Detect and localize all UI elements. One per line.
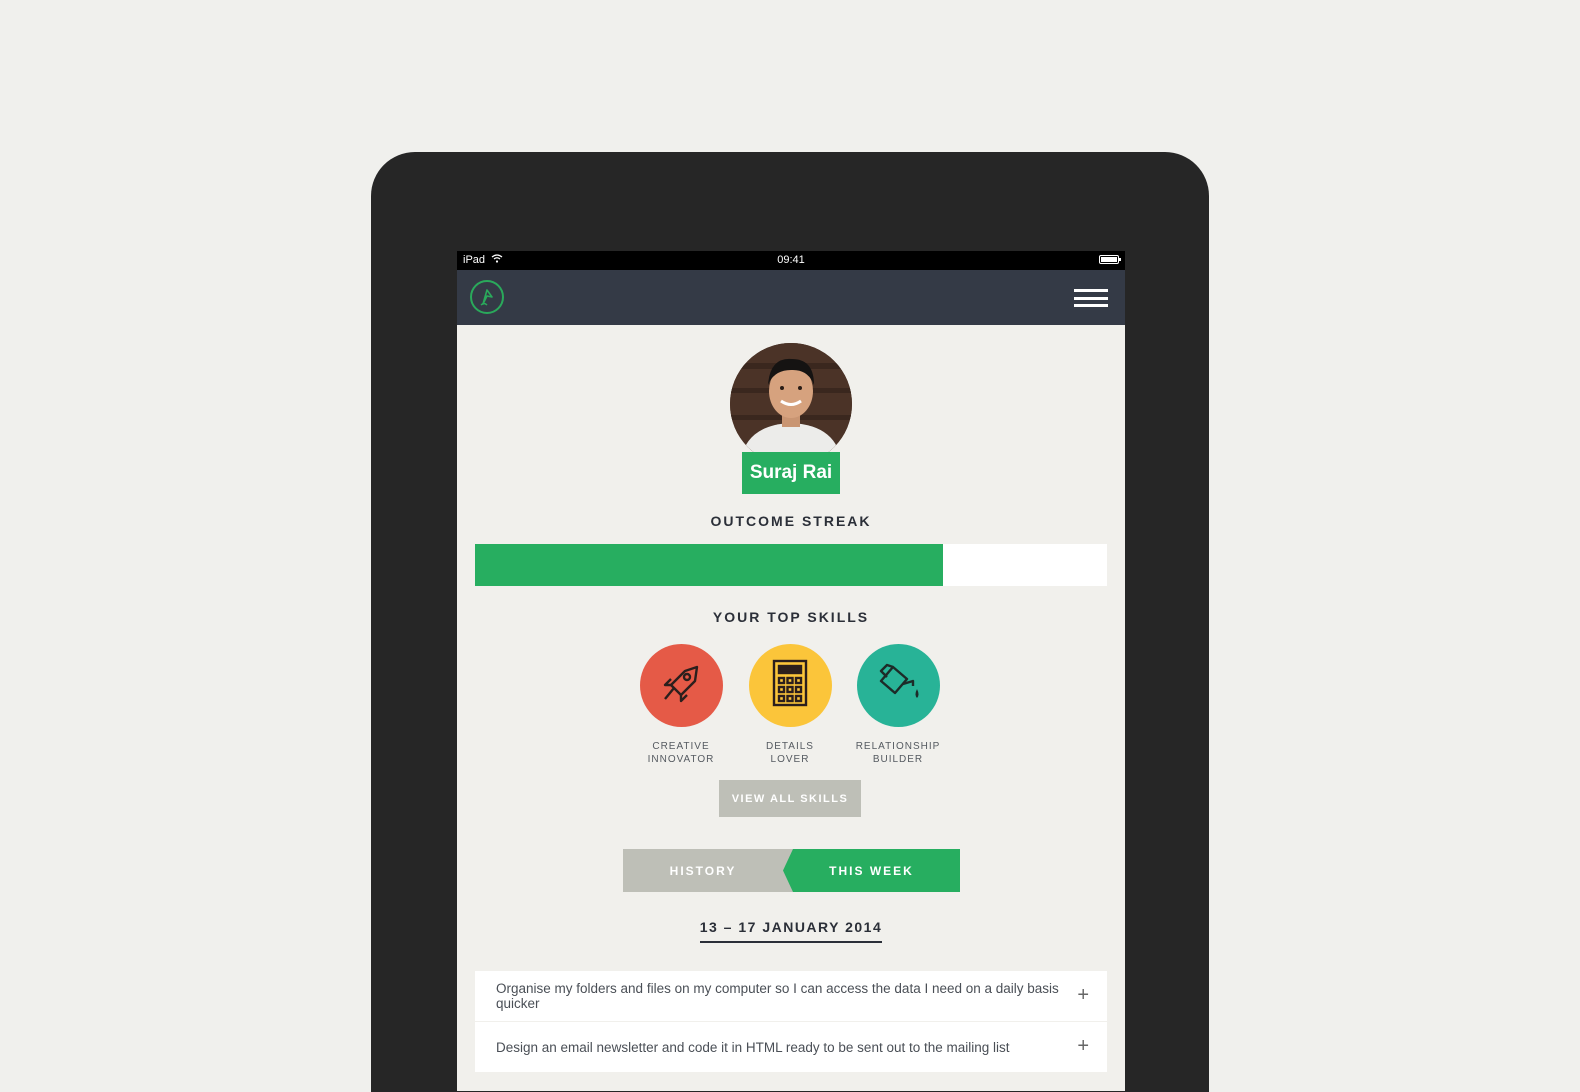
skill-relationship-builder[interactable]: RELATIONSHIP BUILDER	[848, 644, 948, 766]
profile-avatar	[730, 343, 852, 465]
task-text: Organise my folders and files on my comp…	[496, 981, 1059, 1011]
app-logo-icon[interactable]	[470, 280, 504, 314]
view-all-skills-button[interactable]: VIEW ALL SKILLS	[719, 780, 861, 817]
tab-history[interactable]: HISTORY	[623, 849, 803, 892]
calculator-icon	[770, 658, 810, 713]
skill-label: CREATIVE INNOVATOR	[647, 741, 715, 765]
expand-plus-icon[interactable]: +	[1077, 985, 1089, 1005]
outcome-streak-title: OUTCOME STREAK	[710, 513, 872, 529]
rocket-icon	[657, 659, 705, 712]
skill-badge	[639, 644, 723, 727]
tab-this-week[interactable]: THIS WEEK	[783, 849, 960, 892]
task-item[interactable]: Design an email newsletter and code it i…	[475, 1022, 1107, 1072]
skill-badge	[748, 644, 832, 727]
skill-details-lover[interactable]: DETAILS LOVER	[740, 644, 840, 766]
status-time: 09:41	[777, 254, 805, 266]
week-range: 13 – 17 JANUARY 2014	[457, 919, 1125, 943]
skill-label: RELATIONSHIP BUILDER	[855, 741, 941, 765]
ipad-frame: iPad 09:41 Suraj Rai OUTCOME STREAK YOUR…	[371, 152, 1209, 1092]
outcome-streak-bar	[475, 544, 1107, 586]
outcome-streak-fill	[475, 544, 943, 586]
top-navbar	[457, 270, 1125, 325]
watering-can-icon	[873, 659, 923, 712]
hamburger-menu-icon[interactable]	[1074, 289, 1108, 307]
week-range-label: 13 – 17 JANUARY 2014	[699, 919, 883, 943]
skill-badge	[856, 644, 940, 727]
skill-label: DETAILS LOVER	[766, 741, 814, 765]
app-screen: iPad 09:41 Suraj Rai OUTCOME STREAK YOUR…	[457, 251, 1125, 1091]
history-week-tabs: HISTORY THIS WEEK	[623, 849, 960, 892]
battery-icon	[1099, 255, 1121, 264]
task-item[interactable]: Organise my folders and files on my comp…	[475, 971, 1107, 1021]
expand-plus-icon[interactable]: +	[1077, 1036, 1089, 1056]
task-text: Design an email newsletter and code it i…	[496, 1039, 1010, 1055]
profile-name: Suraj Rai	[742, 452, 840, 494]
top-skills-title: YOUR TOP SKILLS	[712, 609, 870, 625]
skill-creative-innovator[interactable]: CREATIVE INNOVATOR	[631, 644, 731, 766]
status-bar: iPad 09:41	[457, 251, 1125, 270]
